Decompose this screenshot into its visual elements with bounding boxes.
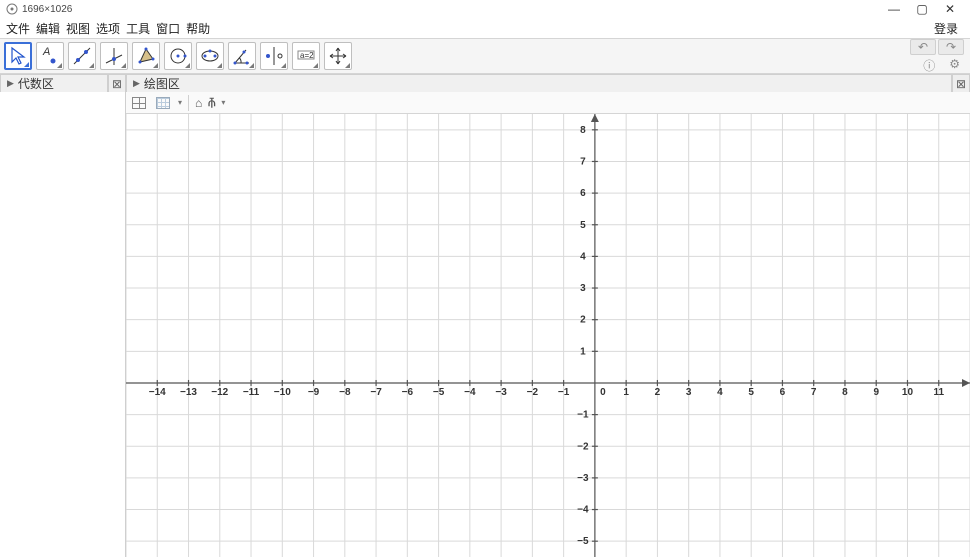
menu-view[interactable]: 视图 (66, 20, 90, 37)
slider-tool[interactable]: a=2 (292, 42, 320, 70)
toggle-axes-button[interactable] (130, 95, 148, 111)
svg-text:−6: −6 (402, 387, 414, 398)
svg-text:6: 6 (780, 387, 786, 398)
svg-text:2: 2 (655, 387, 661, 398)
ellipse-tool[interactable] (196, 42, 224, 70)
menu-window[interactable]: 窗口 (156, 20, 180, 37)
redo-button[interactable]: ↷ (938, 39, 964, 55)
reflect-tool[interactable] (260, 42, 288, 70)
algebra-panel-tab[interactable]: ▶ 代数区 (0, 74, 108, 92)
undo-button[interactable]: ↶ (910, 39, 936, 55)
svg-text:−7: −7 (370, 387, 382, 398)
svg-text:−10: −10 (274, 387, 291, 398)
algebra-close-button[interactable]: ⊠ (108, 74, 126, 92)
svg-text:7: 7 (811, 387, 817, 398)
svg-text:−4: −4 (464, 387, 476, 398)
svg-text:−2: −2 (577, 441, 589, 452)
capture-dropdown-icon[interactable]: ▾ (221, 98, 225, 107)
svg-text:−3: −3 (577, 473, 589, 484)
move-view-tool[interactable] (324, 42, 352, 70)
point-capture-button[interactable]: ⫚ (208, 95, 215, 110)
svg-text:4: 4 (717, 387, 723, 398)
minimize-button[interactable]: — (880, 1, 908, 17)
collapse-icon: ▶ (133, 78, 140, 89)
point-tool[interactable]: A (36, 42, 64, 70)
svg-text:−1: −1 (577, 410, 589, 421)
menu-help[interactable]: 帮助 (186, 20, 210, 37)
graphics-panel: ▾ ⌂ ⫚ ▾ −14−13−12−11−10−9−8−7−6−5−4−3−2−… (126, 92, 970, 557)
login-link[interactable]: 登录 (934, 20, 958, 37)
menu-tools[interactable]: 工具 (126, 20, 150, 37)
svg-text:4: 4 (580, 251, 586, 262)
svg-text:−2: −2 (527, 387, 539, 398)
svg-text:−12: −12 (211, 387, 228, 398)
svg-text:3: 3 (580, 283, 586, 294)
svg-text:2: 2 (580, 315, 586, 326)
svg-text:−3: −3 (495, 387, 507, 398)
svg-text:0: 0 (600, 387, 606, 398)
close-window-button[interactable]: ✕ (936, 1, 964, 17)
svg-text:3: 3 (686, 387, 692, 398)
svg-text:11: 11 (933, 387, 944, 398)
svg-text:−9: −9 (308, 387, 320, 398)
graphics-close-button[interactable]: ⊠ (952, 74, 970, 92)
panels-header: ▶ 代数区 ⊠ ▶ 绘图区 ⊠ (0, 74, 970, 92)
menu-options[interactable]: 选项 (96, 20, 120, 37)
svg-text:−14: −14 (149, 387, 166, 398)
svg-text:10: 10 (902, 387, 914, 398)
graphics-canvas[interactable]: −14−13−12−11−10−9−8−7−6−5−4−3−2−10123456… (126, 114, 970, 557)
svg-text:1: 1 (623, 387, 629, 398)
app-icon (6, 3, 18, 15)
svg-text:−5: −5 (433, 387, 445, 398)
svg-text:−13: −13 (180, 387, 197, 398)
collapse-icon: ▶ (7, 78, 14, 89)
svg-text:−1: −1 (558, 387, 570, 398)
home-view-button[interactable]: ⌂ (195, 96, 202, 110)
workspace: ▾ ⌂ ⫚ ▾ −14−13−12−11−10−9−8−7−6−5−4−3−2−… (0, 92, 970, 557)
svg-text:7: 7 (580, 156, 586, 167)
graphics-view-toolbar: ▾ ⌂ ⫚ ▾ (126, 92, 970, 114)
perpendicular-tool[interactable] (100, 42, 128, 70)
svg-text:−4: −4 (577, 505, 589, 516)
angle-tool[interactable] (228, 42, 256, 70)
window-dimensions: 1696×1026 (22, 4, 72, 15)
svg-text:A: A (42, 46, 50, 58)
circle-tool[interactable] (164, 42, 192, 70)
separator (188, 95, 189, 111)
algebra-panel-label: 代数区 (18, 75, 54, 92)
svg-text:5: 5 (748, 387, 754, 398)
svg-text:8: 8 (842, 387, 848, 398)
graphics-panel-label: 绘图区 (144, 75, 180, 92)
graphics-panel-tab[interactable]: ▶ 绘图区 (126, 74, 952, 92)
svg-text:−8: −8 (339, 387, 351, 398)
svg-text:9: 9 (873, 387, 879, 398)
svg-text:1: 1 (580, 346, 586, 357)
menu-edit[interactable]: 编辑 (36, 20, 60, 37)
menu-file[interactable]: 文件 (6, 20, 30, 37)
main-toolbar: Aa=2 ↶ ↷ ⓘ ⚙ (0, 38, 970, 74)
polygon-tool[interactable] (132, 42, 160, 70)
algebra-panel[interactable] (0, 92, 126, 557)
window-titlebar: 1696×1026 — ▢ ✕ (0, 0, 970, 18)
grid-dropdown-icon[interactable]: ▾ (178, 98, 182, 107)
toggle-grid-button[interactable] (154, 95, 172, 111)
line-tool[interactable] (68, 42, 96, 70)
settings-icon[interactable]: ⚙ (949, 57, 960, 74)
menu-bar: 文件 编辑 视图 选项 工具 窗口 帮助 登录 (0, 18, 970, 38)
svg-text:6: 6 (580, 188, 586, 199)
help-icon[interactable]: ⓘ (923, 57, 935, 74)
svg-text:a=2: a=2 (300, 51, 314, 60)
move-tool[interactable] (4, 42, 32, 70)
svg-text:5: 5 (580, 220, 586, 231)
svg-text:−5: −5 (577, 536, 589, 547)
svg-text:8: 8 (580, 125, 586, 136)
maximize-button[interactable]: ▢ (908, 1, 936, 17)
svg-text:−11: −11 (243, 387, 260, 398)
